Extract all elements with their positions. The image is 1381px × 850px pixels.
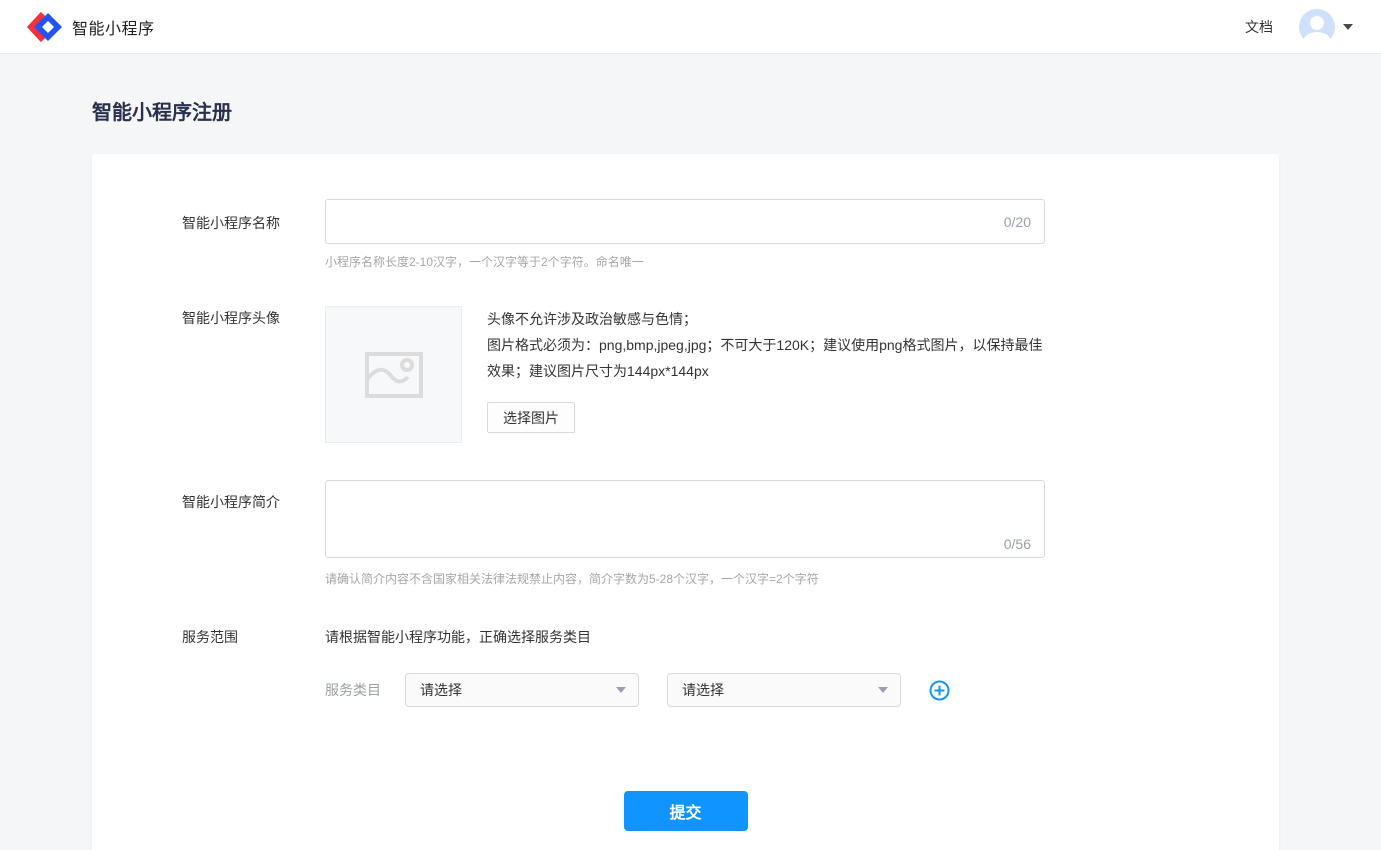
avatar-rules-line2: 图片格式必须为：png,bmp,jpeg,jpg；不可大于120K；建议使用pn…	[487, 332, 1047, 384]
brand-name: 智能小程序	[72, 15, 155, 39]
submit-row: 提交	[92, 791, 1279, 831]
chevron-down-icon	[616, 687, 626, 693]
name-label: 智能小程序名称	[92, 199, 325, 270]
chevron-down-icon[interactable]	[1343, 24, 1353, 30]
name-input[interactable]	[325, 199, 1045, 244]
avatar-rules-line1: 头像不允许涉及政治敏感与色情；	[487, 306, 1047, 332]
intro-hint: 请确认简介内容不含国家相关法律法规禁止内容，简介字数为5-28个汉字，一个汉字=…	[325, 570, 1279, 587]
avatar-field-row: 智能小程序头像 头像不允许涉及政治敏感与色情； 图片格式必须为：png,bm	[92, 306, 1279, 443]
category-select-1[interactable]: 请选择	[405, 673, 639, 707]
scope-instruction: 请根据智能小程序功能，正确选择服务类目	[325, 627, 1279, 647]
brand: 智能小程序	[26, 12, 155, 42]
name-field-row: 智能小程序名称 0/20 小程序名称长度2-10汉字，一个汉字等于2个字符。命名…	[92, 199, 1279, 270]
intro-field-row: 智能小程序简介 0/56 请确认简介内容不含国家相关法律法规禁止内容，简介字数为…	[92, 480, 1279, 587]
name-hint: 小程序名称长度2-10汉字，一个汉字等于2个字符。命名唯一	[325, 253, 1279, 270]
category-select-1-value: 请选择	[420, 680, 462, 700]
intro-char-counter: 0/56	[1004, 536, 1031, 552]
image-placeholder-icon	[364, 349, 424, 401]
main-content: 智能小程序注册 智能小程序名称 0/20 小程序名称长度2-10汉字，一个汉字等…	[0, 96, 1381, 850]
add-category-button[interactable]	[929, 680, 950, 701]
avatar-rules: 头像不允许涉及政治敏感与色情； 图片格式必须为：png,bmp,jpeg,jpg…	[487, 306, 1047, 384]
avatar-label: 智能小程序头像	[92, 306, 325, 443]
category-select-2[interactable]: 请选择	[667, 673, 901, 707]
name-char-counter: 0/20	[1004, 214, 1031, 230]
category-label: 服务类目	[325, 680, 381, 700]
registration-form-card: 智能小程序名称 0/20 小程序名称长度2-10汉字，一个汉字等于2个字符。命名…	[92, 154, 1279, 850]
avatar-upload-placeholder	[325, 306, 462, 443]
scope-field-row: 服务范围 请根据智能小程序功能，正确选择服务类目 服务类目 请选择 请选择	[92, 627, 1279, 707]
user-menu[interactable]	[1299, 9, 1353, 45]
submit-button[interactable]: 提交	[624, 791, 748, 831]
chevron-down-icon	[878, 687, 888, 693]
user-avatar[interactable]	[1299, 9, 1335, 45]
smart-miniprogram-logo-icon	[26, 12, 62, 42]
docs-link[interactable]: 文档	[1245, 17, 1273, 37]
top-header: 智能小程序 文档	[0, 0, 1381, 54]
choose-image-button[interactable]: 选择图片	[487, 402, 575, 433]
plus-circle-icon	[929, 680, 950, 701]
category-select-2-value: 请选择	[682, 680, 724, 700]
intro-label: 智能小程序简介	[92, 480, 325, 587]
intro-textarea[interactable]	[325, 480, 1045, 558]
scope-label: 服务范围	[92, 627, 325, 707]
page-title: 智能小程序注册	[92, 96, 1289, 125]
avatar-person-icon	[1310, 16, 1324, 30]
